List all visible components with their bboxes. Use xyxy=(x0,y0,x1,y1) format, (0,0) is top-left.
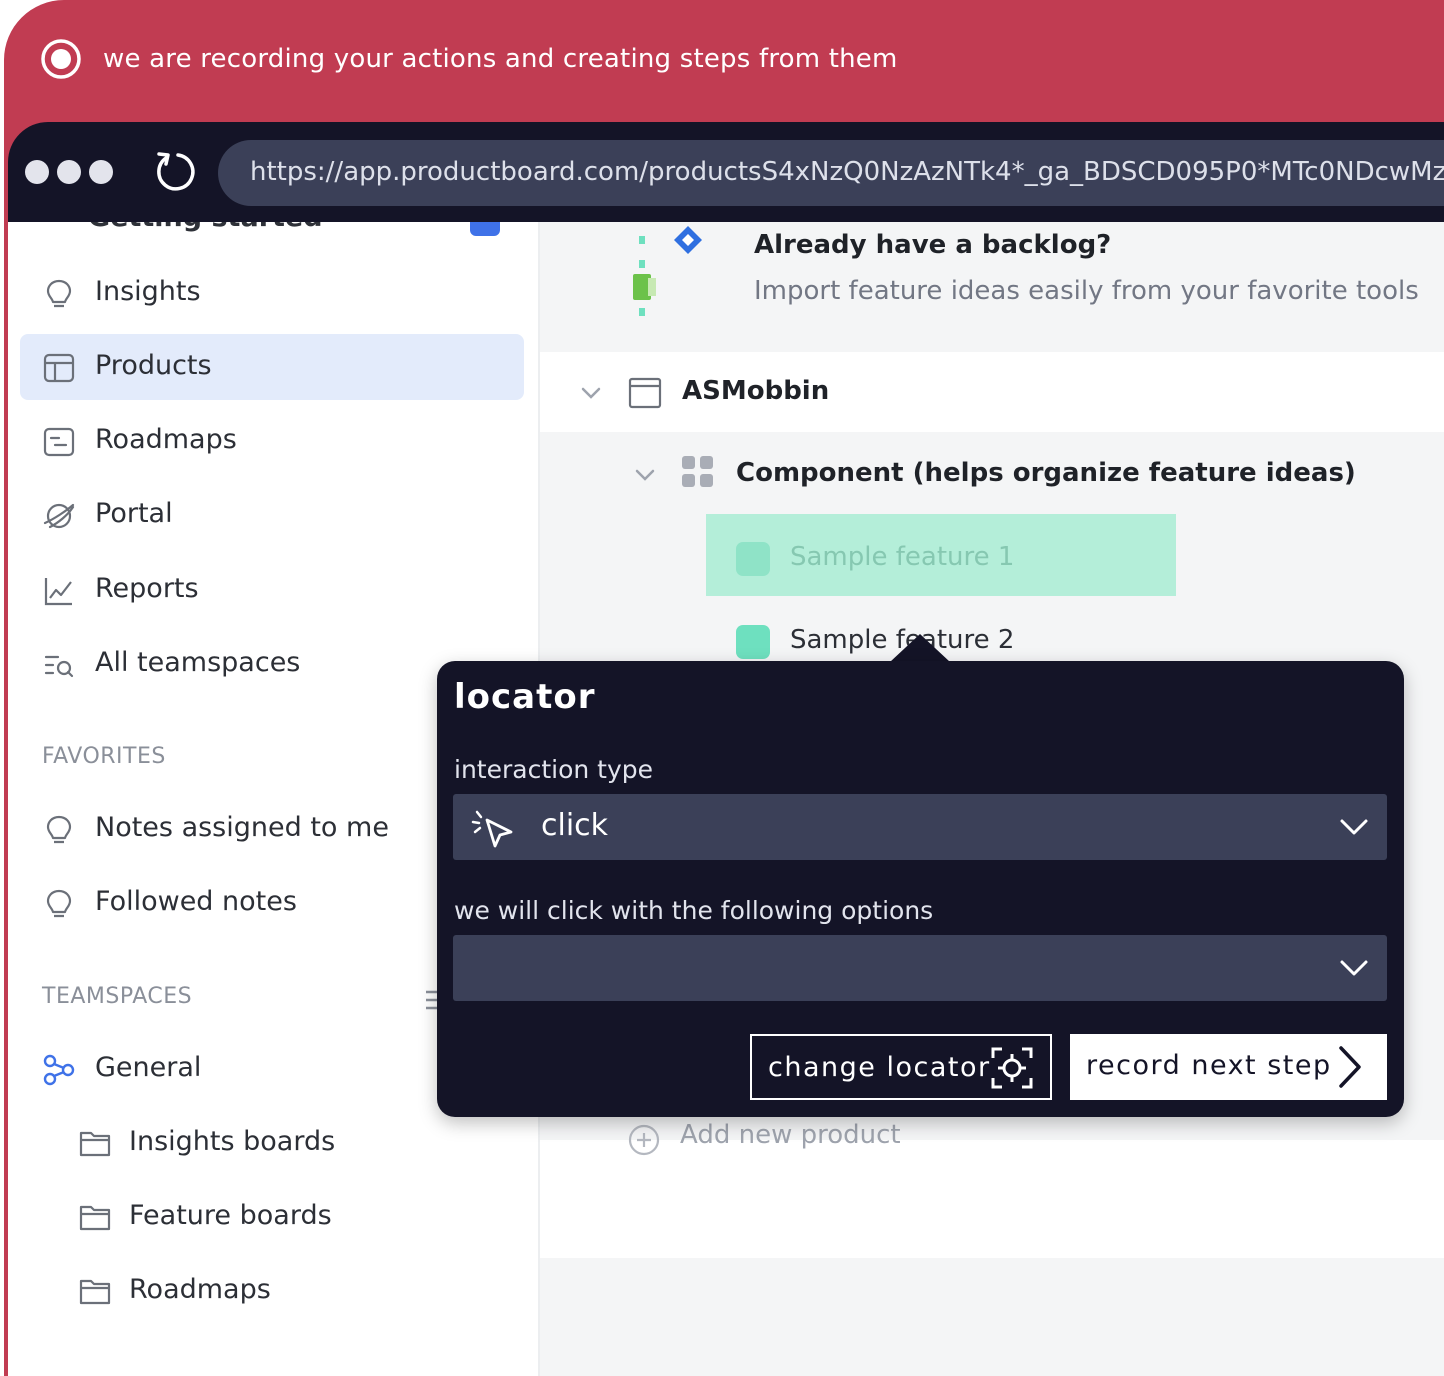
chevron-down-icon xyxy=(1340,819,1368,835)
lightbulb-icon xyxy=(46,279,72,308)
lightbulb-icon xyxy=(46,815,72,844)
favorites-heading: FAVORITES xyxy=(42,744,166,769)
reports-icon xyxy=(44,578,72,606)
product-row[interactable]: ASMobbin xyxy=(540,352,1444,432)
product-name: ASMobbin xyxy=(682,376,830,406)
cursor-click-icon xyxy=(471,810,513,848)
notification-badge xyxy=(470,222,500,236)
popover-pointer xyxy=(890,634,950,662)
add-new-product-label: Add new product xyxy=(680,1120,901,1150)
recording-banner: we are recording your actions and creati… xyxy=(4,0,1444,122)
feature-name: Sample feature 1 xyxy=(790,542,1015,572)
sidebar-item-getting-started[interactable]: Getting started xyxy=(88,222,323,233)
browser-toolbar: https://app.productboard.com/productsS4x… xyxy=(8,122,1444,222)
folder-icon xyxy=(79,1279,111,1305)
sidebar-item-label: Roadmaps xyxy=(129,1274,271,1305)
url-bar[interactable]: https://app.productboard.com/productsS4x… xyxy=(218,140,1444,206)
window-dot-close[interactable] xyxy=(25,160,49,184)
interaction-type-label: interaction type xyxy=(454,755,653,784)
sidebar-item-label: Roadmaps xyxy=(95,424,237,455)
chevron-right-icon xyxy=(1339,1046,1361,1088)
add-product-panel xyxy=(540,1140,1444,1258)
backlog-subtitle: Import feature ideas easily from your fa… xyxy=(754,276,1419,306)
target-locator-icon xyxy=(991,1047,1033,1089)
record-next-step-label: record next step xyxy=(1086,1050,1332,1081)
products-icon xyxy=(43,353,75,383)
feature-status-swatch xyxy=(736,625,770,659)
window-dot-minimize[interactable] xyxy=(57,160,81,184)
plus-circle-icon xyxy=(628,1124,660,1156)
sidebar-item-label: Reports xyxy=(95,573,199,604)
sidebar-item-reports[interactable]: Reports xyxy=(20,557,524,623)
change-locator-label: change locator xyxy=(768,1052,991,1083)
click-options-label: we will click with the following options xyxy=(454,896,934,925)
teamspace-icon xyxy=(43,1054,75,1086)
chevron-down-icon xyxy=(1340,960,1368,976)
sidebar-item-products[interactable]: Products xyxy=(20,334,524,400)
folder-icon xyxy=(79,1131,111,1157)
teamspaces-search-icon xyxy=(44,655,74,678)
sidebar-item-label: Portal xyxy=(95,498,173,529)
component-icon xyxy=(682,456,713,487)
chevron-down-icon[interactable] xyxy=(578,380,604,406)
reload-icon[interactable] xyxy=(152,148,198,194)
backlog-import-card[interactable]: Already have a backlog? Import feature i… xyxy=(540,222,1444,350)
sidebar-item-label: Insights boards xyxy=(129,1126,336,1157)
sidebar-item-label: Followed notes xyxy=(95,886,297,917)
locator-popover: locator interaction type click we will c… xyxy=(437,661,1404,1117)
component-row[interactable]: Component (helps organize feature ideas) xyxy=(540,434,1444,514)
roadmap-icon xyxy=(43,427,75,457)
recording-message: we are recording your actions and creati… xyxy=(103,44,898,74)
sidebar-item-label: Insights xyxy=(95,276,201,307)
change-locator-button[interactable]: change locator xyxy=(750,1034,1052,1100)
sidebar-item-label: Notes assigned to me xyxy=(95,812,389,843)
portal-icon xyxy=(43,503,75,529)
product-icon xyxy=(628,377,662,409)
component-name: Component (helps organize feature ideas) xyxy=(736,458,1356,488)
sidebar-item-label: Feature boards xyxy=(129,1200,332,1231)
sidebar-item-insights[interactable]: Insights xyxy=(20,260,524,326)
window-controls xyxy=(25,160,113,184)
feature-status-swatch xyxy=(736,542,770,576)
lightbulb-icon xyxy=(46,889,72,918)
record-next-step-button[interactable]: record next step xyxy=(1070,1034,1387,1100)
popover-title: locator xyxy=(454,677,596,717)
sidebar-item-portal[interactable]: Portal xyxy=(20,482,524,548)
sidebar-item-roadmaps[interactable]: Roadmaps xyxy=(20,408,524,474)
chevron-down-icon[interactable] xyxy=(632,462,658,488)
interaction-type-value: click xyxy=(541,808,609,843)
integrations-illustration xyxy=(633,226,702,316)
sidebar-item-label: All teamspaces xyxy=(95,647,301,678)
sidebar-item-label: General xyxy=(95,1052,202,1083)
sidebar-item-label: Products xyxy=(95,350,212,381)
interaction-type-select[interactable]: click xyxy=(453,794,1387,860)
record-icon xyxy=(41,39,81,79)
window-dot-maximize[interactable] xyxy=(89,160,113,184)
folder-icon xyxy=(79,1205,111,1231)
url-text: https://app.productboard.com/productsS4x… xyxy=(250,157,1444,187)
click-options-select[interactable] xyxy=(453,935,1387,1001)
teamspaces-heading: TEAMSPACES xyxy=(42,984,193,1009)
backlog-title: Already have a backlog? xyxy=(754,230,1112,260)
